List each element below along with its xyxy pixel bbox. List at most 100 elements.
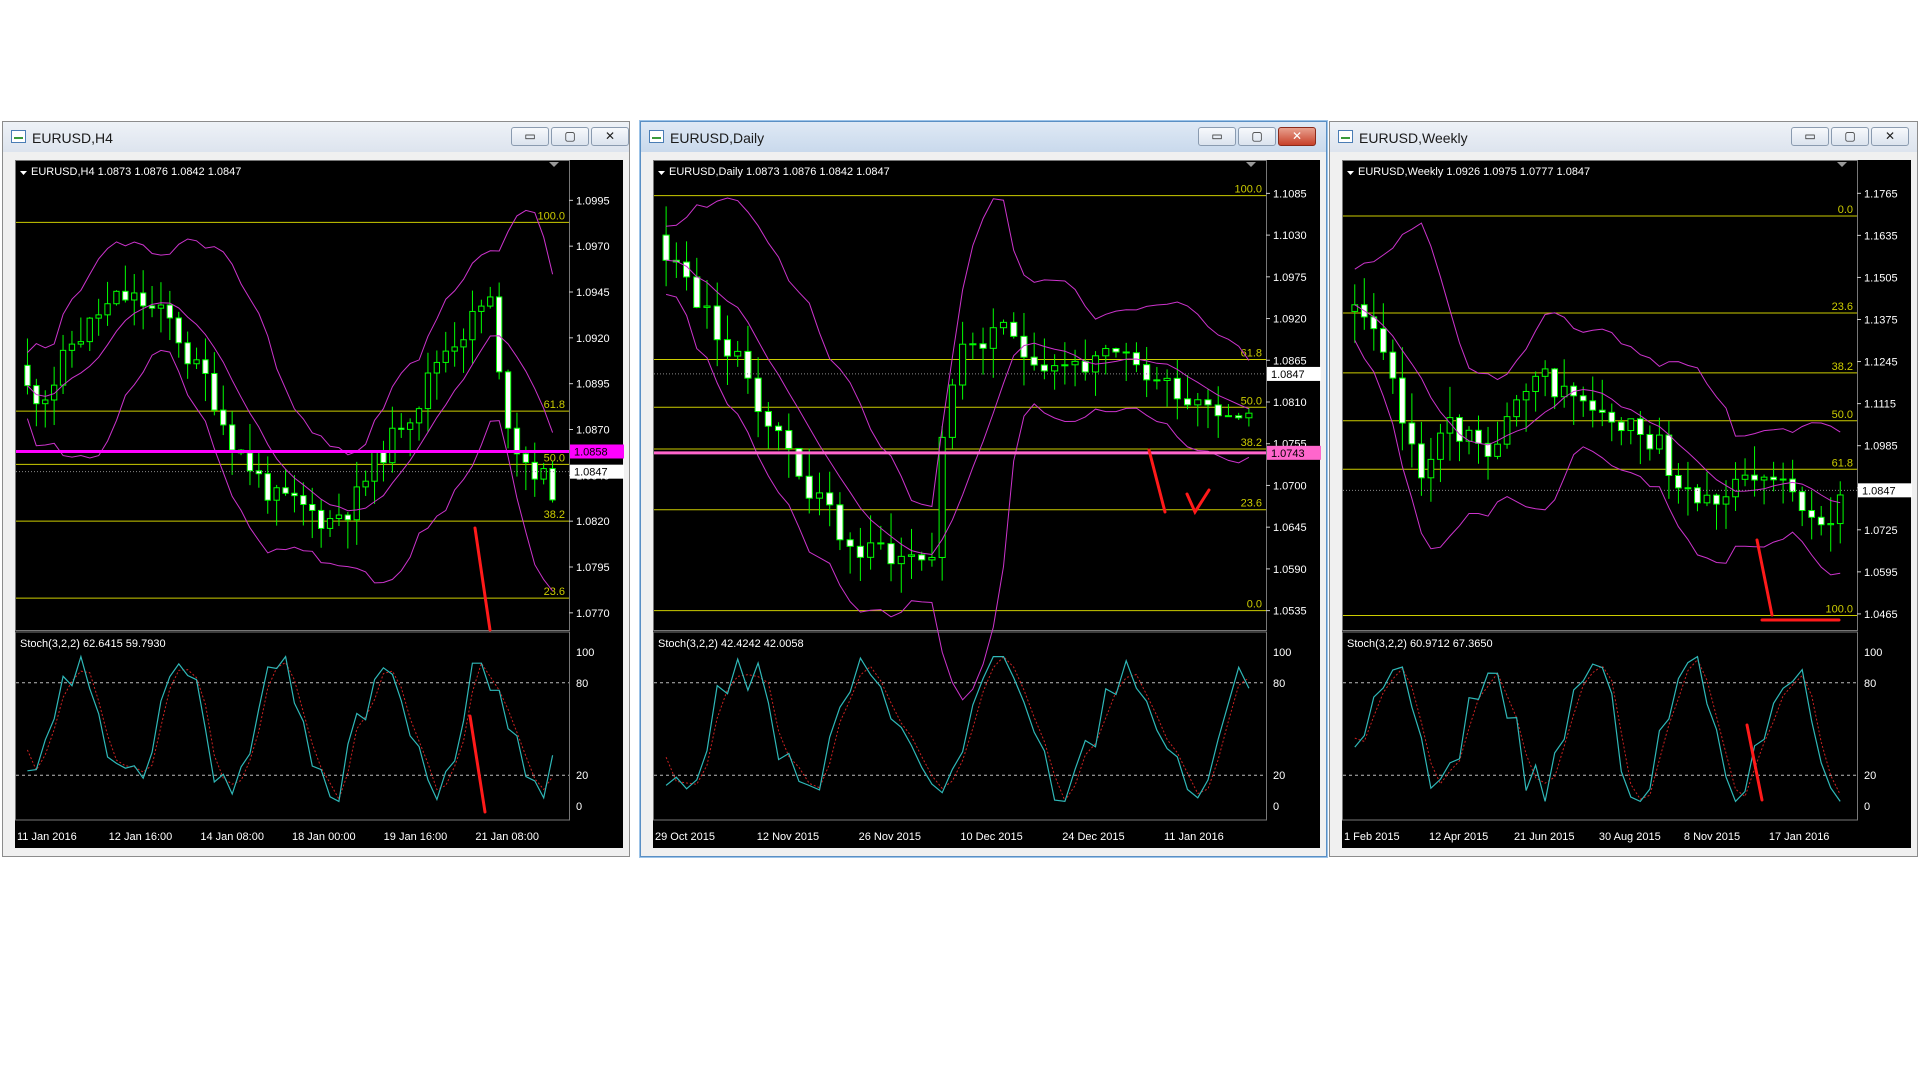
candle [380, 440, 387, 482]
chart-svg-h4[interactable]: EURUSD,H4 1.0873 1.0876 1.0842 1.0847 1.0… [15, 160, 625, 850]
candle-body [877, 542, 885, 545]
candle-body [1214, 404, 1222, 417]
candle [95, 298, 102, 336]
candle-body [856, 545, 864, 558]
close-button[interactable]: ✕ [591, 127, 629, 146]
stoch-level-label: 100 [1273, 647, 1291, 659]
candle [744, 325, 752, 394]
candle-body [1513, 399, 1520, 418]
candle-body [979, 343, 987, 349]
candle-body [344, 514, 352, 521]
candle-body [1675, 474, 1682, 489]
candle-body [1224, 415, 1233, 418]
candle-body [1030, 356, 1038, 366]
chart-window-h4[interactable]: EURUSD,H4 ▭ ▢ ✕ EURUSD,H4 1.0873 1.0876 … [2, 121, 630, 857]
minimize-button[interactable]: ▭ [511, 127, 549, 146]
candle-body [1713, 494, 1720, 505]
title-bar[interactable]: EURUSD,H4 ▭ ▢ ✕ [3, 122, 629, 152]
maximize-button[interactable]: ▢ [1238, 127, 1276, 146]
price-label: 1.1765 [1864, 188, 1898, 200]
chart-svg-daily[interactable]: EURUSD,Daily 1.0873 1.0876 1.0842 1.0847… [653, 160, 1322, 850]
candle [1224, 404, 1233, 418]
candle-body [1245, 412, 1253, 419]
stoch-main-line [665, 656, 1250, 803]
candle-body [131, 292, 138, 301]
price-label: 1.0985 [1864, 441, 1898, 453]
candle-body [1427, 458, 1435, 479]
candle [1360, 278, 1368, 330]
candle [1456, 414, 1463, 462]
candle-body [157, 304, 165, 309]
candle-body [433, 361, 441, 374]
candle [1427, 437, 1435, 502]
candle-body [540, 468, 547, 480]
candle [469, 290, 476, 364]
candle [1389, 339, 1397, 394]
candle-body [1551, 368, 1559, 398]
candle-body [1703, 494, 1711, 504]
candle-body [113, 290, 120, 305]
candle [1551, 367, 1559, 410]
fib-level-label: 100.0 [1825, 604, 1853, 616]
candle-body [1522, 390, 1530, 401]
candle [300, 482, 307, 526]
title-bar[interactable]: EURUSD,Weekly ▭ ▢ ✕ [1330, 122, 1917, 152]
candle-body [1051, 365, 1059, 372]
candle [344, 511, 352, 549]
chart-window-daily[interactable]: EURUSD,Daily ▭ ▢ ✕ EURUSD,Daily 1.0873 1… [640, 121, 1327, 857]
chart-area[interactable]: EURUSD,H4 1.0873 1.0876 1.0842 1.0847 1.0… [15, 160, 625, 850]
candle [1560, 359, 1568, 408]
close-button[interactable]: ✕ [1278, 127, 1316, 146]
chart-window-icon [11, 130, 26, 143]
maximize-button[interactable]: ▢ [1831, 127, 1869, 146]
candle-body [836, 504, 844, 541]
time-axis-label: 11 Jan 2016 [17, 831, 77, 843]
candle [1570, 382, 1578, 425]
maximize-button[interactable]: ▢ [551, 127, 589, 146]
stoch-level-label: 100 [576, 647, 594, 659]
close-button[interactable]: ✕ [1871, 127, 1909, 146]
chart-area[interactable]: EURUSD,Weekly 1.0926 1.0975 1.0777 1.084… [1342, 160, 1913, 850]
stoch-level-label: 100 [1864, 647, 1882, 659]
candle [478, 299, 485, 334]
candle [1132, 342, 1140, 373]
candle-body [1061, 364, 1069, 367]
fib-level-label: 38.2 [1832, 361, 1853, 373]
candle-body [1817, 516, 1825, 526]
candle-body [1112, 348, 1120, 353]
fib-level-label: 23.6 [544, 586, 565, 598]
candle-body [291, 492, 298, 497]
candle-body [1836, 494, 1844, 525]
candle [948, 378, 956, 449]
chart-window-weekly[interactable]: EURUSD,Weekly ▭ ▢ ✕ EURUSD,Weekly 1.0926… [1329, 121, 1918, 857]
current-price-label: 1.0847 [1862, 485, 1896, 497]
candle [211, 352, 218, 416]
time-axis-label: 10 Dec 2015 [960, 831, 1022, 843]
candle [1503, 402, 1511, 449]
candle [1194, 392, 1202, 427]
chart-area[interactable]: EURUSD,Daily 1.0873 1.0876 1.0842 1.0847… [653, 160, 1322, 850]
candle-body [805, 475, 813, 499]
bollinger-band-line [1354, 340, 1841, 576]
price-label: 1.1635 [1864, 230, 1898, 242]
fib-level-label: 100.0 [1234, 184, 1262, 196]
chart-shift-marker-icon [549, 162, 559, 167]
title-bar[interactable]: EURUSD,Daily ▭ ▢ ✕ [641, 122, 1326, 152]
price-label: 1.0920 [576, 333, 610, 345]
candle [1399, 347, 1406, 451]
candle [1532, 371, 1539, 412]
candle [1817, 505, 1825, 536]
chart-svg-weekly[interactable]: EURUSD,Weekly 1.0926 1.0975 1.0777 1.084… [1342, 160, 1913, 850]
candle-body [1732, 478, 1739, 498]
candle [764, 402, 772, 449]
fib-level-label: 61.8 [544, 399, 565, 411]
stoch-label: Stoch(3,2,2) 42.4242 42.0058 [658, 638, 804, 650]
candle [1617, 417, 1625, 446]
minimize-button[interactable]: ▭ [1198, 127, 1236, 146]
fib-level-label: 50.0 [1832, 409, 1853, 421]
minimize-button[interactable]: ▭ [1791, 127, 1829, 146]
candle-body [175, 317, 182, 344]
candle [1798, 486, 1806, 527]
candle [1204, 388, 1212, 429]
fib-level-label: 38.2 [1241, 437, 1262, 449]
